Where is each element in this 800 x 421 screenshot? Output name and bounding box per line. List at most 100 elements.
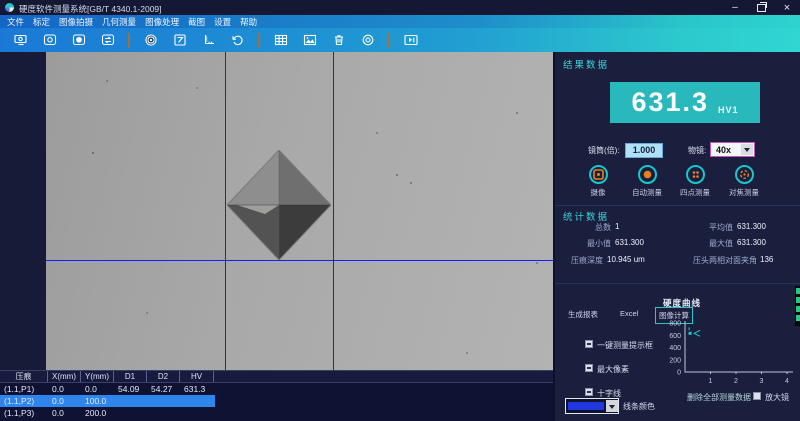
stat-label: 压头两相对面夹角	[655, 255, 757, 266]
menu-item-7[interactable]: 帮助	[240, 16, 257, 28]
tube-label: 镜筒(倍):	[588, 145, 620, 156]
toolbar-button-calibration[interactable]	[167, 30, 192, 50]
measure-button-focus-measure[interactable]: 对焦测量	[718, 165, 770, 198]
table-row[interactable]: (1.1,P2)0.0100.0	[0, 395, 215, 407]
table-cell: 0.0	[48, 384, 81, 394]
undo-icon	[231, 34, 245, 46]
toolbar-button-camera[interactable]	[37, 30, 62, 50]
maximize-icon	[757, 4, 766, 12]
window-title: 硬度软件测量系统[GB/T 4340.1-2009]	[19, 3, 162, 15]
grid-icon	[274, 34, 288, 46]
toolbar	[0, 28, 800, 52]
toolbar-button-camera-link[interactable]	[8, 30, 33, 50]
column-header-1[interactable]: X(mm)	[48, 371, 81, 382]
divider	[555, 205, 800, 206]
menu-item-2[interactable]: 图像拍摄	[59, 16, 93, 28]
checkbox-2[interactable]	[585, 388, 593, 396]
app-window: 硬度软件测量系统[GB/T 4340.1-2009] – × 文件标定图像拍摄几…	[0, 0, 800, 421]
close-button[interactable]: ×	[778, 0, 796, 15]
scrollbar[interactable]	[795, 286, 800, 326]
table-cell: (1.1,P1)	[0, 384, 48, 394]
stat-label: 压痕深度	[555, 255, 603, 266]
table-cell: 54.09	[114, 384, 147, 394]
menu-item-5[interactable]: 截图	[188, 16, 205, 28]
toolbar-button-target[interactable]	[138, 30, 163, 50]
checkbox-1[interactable]	[585, 364, 593, 372]
transfer-icon	[101, 34, 115, 46]
stat-label: 总数	[563, 222, 611, 233]
checkbox-0[interactable]	[585, 340, 593, 348]
menu-item-4[interactable]: 图像处理	[145, 16, 179, 28]
checkbox-label: 最大像素	[597, 364, 629, 375]
column-header-2[interactable]: Y(mm)	[81, 371, 114, 382]
column-header-5[interactable]: HV	[180, 371, 214, 382]
magnifier-checkbox[interactable]	[753, 392, 761, 400]
option-button-0[interactable]: 生成报表	[565, 307, 601, 322]
toolbar-button-grid[interactable]	[268, 30, 293, 50]
chevron-down-icon[interactable]	[606, 400, 618, 412]
hardness-value: 631.3	[631, 87, 709, 118]
option-button-1[interactable]: Excel	[617, 307, 641, 320]
svg-text:2: 2	[734, 378, 738, 385]
toolbar-separator	[388, 33, 390, 48]
svg-text:800: 800	[669, 321, 681, 328]
stat-label: 最大值	[673, 238, 733, 249]
maximize-button[interactable]	[752, 0, 770, 15]
microscope-image[interactable]	[46, 52, 553, 370]
table-cell: (1.1,P2)	[0, 396, 48, 406]
column-header-4[interactable]: D2	[147, 371, 180, 382]
measure-line-vertical-right[interactable]	[333, 52, 334, 370]
line-color-combo[interactable]	[565, 398, 619, 414]
menu-item-3[interactable]: 几何测量	[102, 16, 136, 28]
menu-item-6[interactable]: 设置	[214, 16, 231, 28]
export-icon	[404, 34, 418, 46]
menu-bar: 文件标定图像拍摄几何测量图像处理截图设置帮助	[0, 15, 800, 28]
svg-text:200: 200	[669, 357, 681, 364]
image-icon	[303, 34, 317, 46]
svg-text:3: 3	[760, 378, 764, 385]
stat-value: 631.300	[615, 238, 644, 247]
column-header-0[interactable]: 压痕	[0, 371, 48, 382]
title-bar: 硬度软件测量系统[GB/T 4340.1-2009] – ×	[0, 0, 800, 15]
stat-value: 10.945 um	[607, 255, 645, 264]
toolbar-button-trash[interactable]	[326, 30, 351, 50]
chevron-down-icon[interactable]	[741, 144, 753, 155]
minimize-button[interactable]: –	[726, 0, 744, 15]
toolbar-button-record[interactable]	[355, 30, 380, 50]
camera-capture-icon	[589, 165, 608, 184]
table-cell: (1.1,P3)	[0, 408, 48, 418]
delete-all-button[interactable]: 删除全部测量数据	[687, 392, 751, 403]
target-icon	[144, 34, 158, 46]
objective-select[interactable]: 40x	[710, 142, 755, 157]
toolbar-button-transfer[interactable]	[95, 30, 120, 50]
table-cell: 0.0	[48, 396, 81, 406]
checkbox-label: 一键测量提示框	[597, 340, 653, 351]
line-color-label: 线条颜色	[623, 401, 655, 412]
measure-line-horizontal[interactable]	[46, 260, 553, 261]
measure-line-vertical-left[interactable]	[225, 52, 226, 370]
tube-magnification-input[interactable]: 1.000	[625, 143, 663, 158]
svg-text:400: 400	[669, 345, 681, 352]
table-header: 压痕X(mm)Y(mm)D1D2HV	[0, 371, 553, 383]
snapshot-icon	[72, 34, 86, 46]
four-point-icon	[686, 165, 705, 184]
column-header-3[interactable]: D1	[114, 371, 147, 382]
toolbar-button-export[interactable]	[398, 30, 423, 50]
table-row[interactable]: (1.1,P3)0.0200.0	[0, 407, 553, 419]
toolbar-button-snapshot[interactable]	[66, 30, 91, 50]
svg-text:4: 4	[785, 378, 789, 385]
stat-label: 最小值	[563, 238, 611, 249]
stat-value: 136	[760, 255, 773, 264]
camera-icon	[43, 34, 57, 46]
table-row[interactable]: (1.1,P1)0.00.054.0954.27631.3	[0, 383, 553, 395]
stat-value: 631.300	[737, 238, 766, 247]
measure-button-auto-measure[interactable]: 自动测量	[621, 165, 673, 198]
objective-value: 40x	[716, 145, 731, 155]
toolbar-button-image[interactable]	[297, 30, 322, 50]
menu-item-1[interactable]: 标定	[33, 16, 50, 28]
toolbar-button-undo[interactable]	[225, 30, 250, 50]
measure-button-four-point[interactable]: 四点测量	[669, 165, 721, 198]
measure-button-camera-capture[interactable]: 摄像	[572, 165, 624, 198]
toolbar-button-ruler[interactable]	[196, 30, 221, 50]
menu-item-0[interactable]: 文件	[7, 16, 24, 28]
